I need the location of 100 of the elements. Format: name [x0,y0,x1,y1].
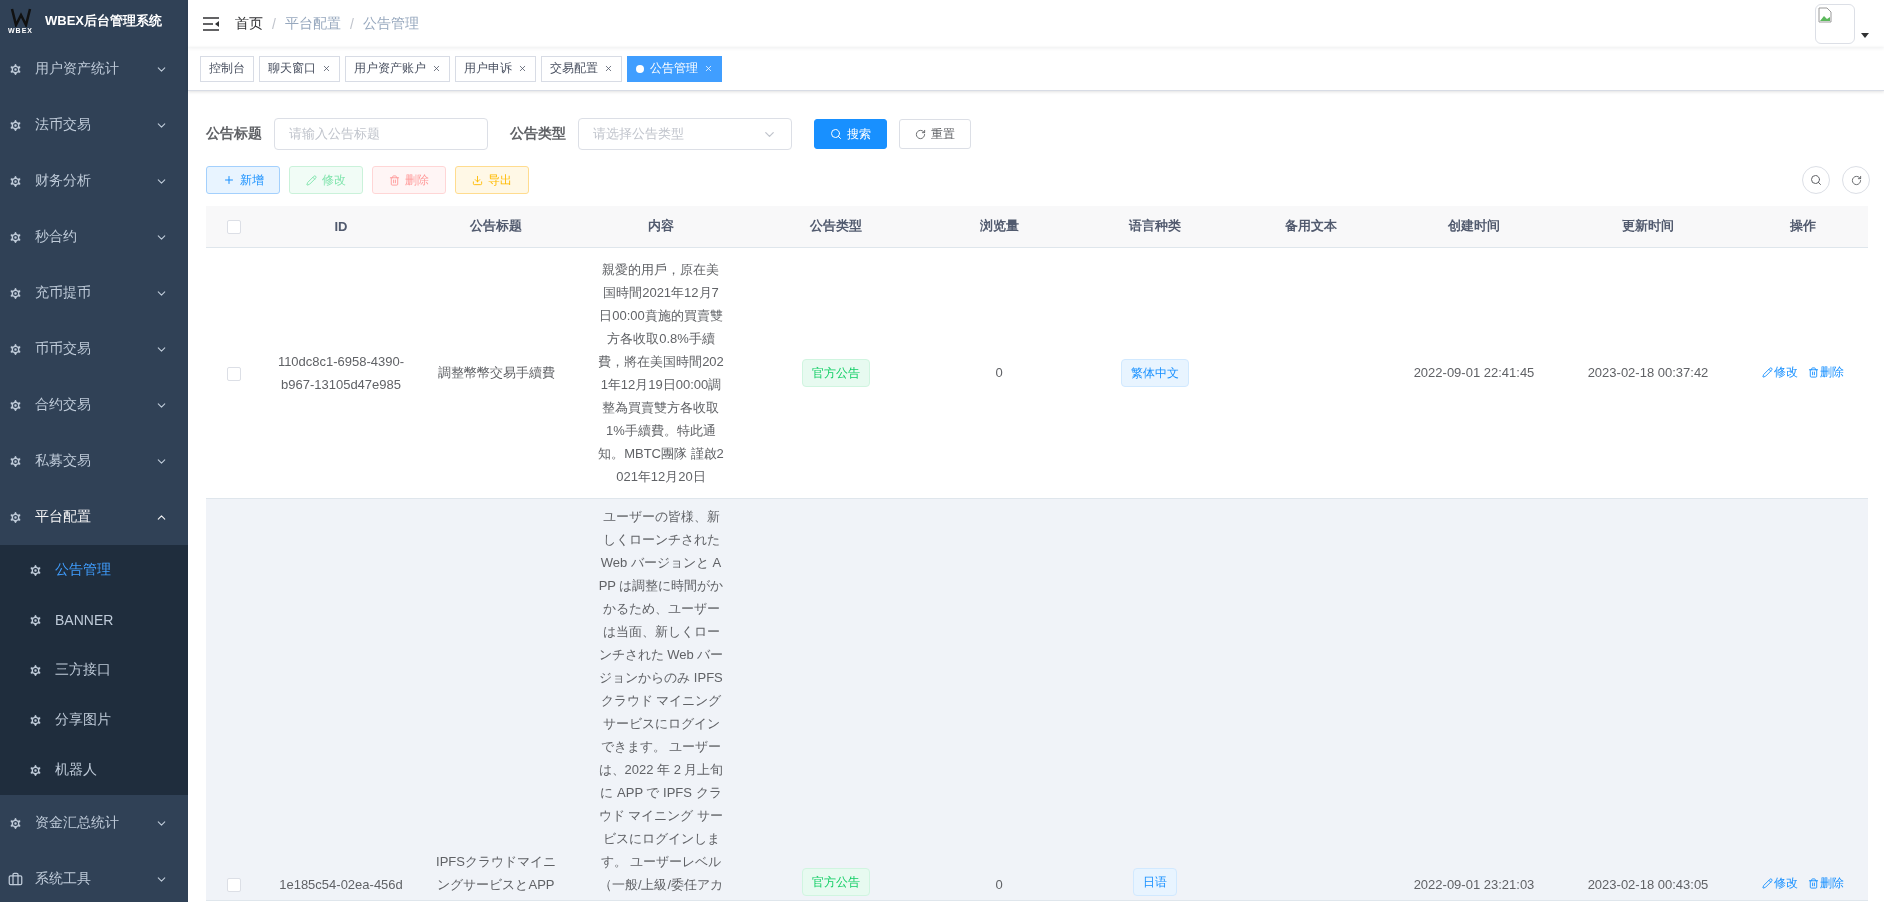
menu-item[interactable]: 私募交易 [0,433,188,489]
column-header: 操作 [1737,206,1868,247]
submenu-item[interactable]: 分享图片 [0,695,188,745]
gear-icon [8,453,23,469]
trash-icon [1807,877,1819,889]
gear-icon [28,762,43,778]
column-header: ID [261,206,421,247]
menu-item[interactable]: 合约交易 [0,377,188,433]
checkbox[interactable] [226,878,241,893]
title-cell-text: 調整幣幣交易手續費 [437,364,555,382]
page-tab[interactable]: 控制台 [200,55,254,82]
logo-icon [9,7,32,27]
close-icon[interactable] [322,64,331,73]
gear-icon [8,397,23,413]
gear-icon [8,229,23,245]
menu-item[interactable]: 充币提币 [0,265,188,321]
pencil-icon [306,174,317,186]
menu-item[interactable]: 财务分析 [0,153,188,209]
close-icon[interactable] [518,64,527,73]
refresh-button[interactable] [1842,166,1870,194]
submenu-item[interactable]: 机器人 [0,745,188,795]
column-header: 备用文本 [1232,206,1389,247]
download-icon [472,174,483,186]
type-tag: 官方公告 [802,358,870,387]
briefcase-icon [8,871,23,887]
broken-image-icon [1818,6,1832,23]
id-cell-text: 110dc8c1-6958-4390- b967-13105d47e985 [277,352,405,394]
updated-time-cell-text: 2023-02-18 00:43:05 [1587,875,1709,894]
pencil-icon [1761,877,1773,889]
column-header: 公告标题 [421,206,571,247]
column-header: 语言种类 [1077,206,1232,247]
gear-icon [28,712,43,728]
trash-icon [389,174,400,186]
gear-icon [8,341,23,357]
app-title: WBEX后台管理系统 [45,11,162,30]
views-cell-text: 0 [995,364,1003,382]
pencil-icon [1761,366,1773,378]
breadcrumb-item: 平台配置 [284,14,341,33]
checkbox[interactable] [226,220,241,235]
gear-icon [28,562,43,578]
menu-item[interactable]: 秒合约 [0,209,188,265]
menu-item[interactable]: 资金汇总统计 [0,795,188,851]
caret-down-icon[interactable] [1861,33,1869,38]
breadcrumb-separator: / [349,15,354,32]
gear-icon [8,61,23,77]
search-icon [1810,174,1822,186]
column-header: 公告类型 [751,206,921,247]
language-tag: 繁体中文 [1120,358,1189,387]
avatar[interactable] [1815,3,1855,44]
gear-icon [8,117,23,133]
checkbox[interactable] [226,366,241,381]
breadcrumb-separator: / [272,15,276,32]
gear-icon [8,285,23,301]
page-tab[interactable]: 聊天窗口 [259,55,340,82]
breadcrumb-item[interactable]: 首页 [235,14,263,33]
content-cell-text: ユーザーの皆様、新 しくローンチされた Web バージョンと A PP は調整に時間がか かるため、ユーザー は当面、新しくロー ンチされた Web バー ジョンからのみ IPFS クラウド マイニング サービスにログイン できます。 ユーザー は、2022 年 2 月上旬 に APP で IPFS クラ ウド マイニング サー ビスにログインしま す。 ユーザーレベル （一般/上級/委任アカ [598,507,724,894]
filter-label: 公告标题 [206,125,262,143]
trash-icon [1807,366,1819,378]
filter-label: 公告类型 [510,125,566,143]
gear-icon [8,509,23,525]
submenu-item[interactable]: 三方接口 [0,645,188,695]
search-toggle-button[interactable] [1802,166,1830,194]
breadcrumb-item: 公告管理 [362,14,419,33]
gear-icon [8,173,23,189]
refresh-icon [1850,174,1862,186]
type-tag: 官方公告 [802,867,870,896]
menu-item[interactable]: 币币交易 [0,321,188,377]
submenu-item[interactable]: 公告管理 [0,545,188,595]
column-header: 内容 [571,206,751,247]
close-icon[interactable] [432,64,441,73]
reset-button[interactable]: 重置 [899,119,971,149]
gear-icon [8,815,23,831]
column-header: 创建时间 [1389,206,1559,247]
close-icon[interactable] [604,64,613,73]
created-time-cell-text: 2022-09-01 23:21:03 [1413,875,1535,894]
views-cell-text: 0 [995,875,1003,894]
submenu-item[interactable]: BANNER [0,595,188,645]
plus-icon [222,174,235,186]
page-tab[interactable]: 交易配置 [541,55,622,82]
title-cell-text: IPFSクラウドマイニ ングサービスとAPP [436,852,556,894]
menu-item[interactable]: 法币交易 [0,97,188,153]
updated-time-cell-text: 2023-02-18 00:37:42 [1587,364,1709,382]
menu-item[interactable]: 用户资产统计 [0,41,188,97]
gear-icon [28,612,43,628]
edit-link[interactable]: 修改 [1761,360,1798,384]
content-cell-text: 親愛的用戶，原在美 国時間2021年12月7 日00:00賁施的買賣雙 方各收取0.8%手續 費，將在美国時間202 1年12月19日00:00調 整為買賣雙方各收取 1%手續費。特此通 知。MBTC團隊 謹啟2 021年12月20日 [598,260,724,486]
gear-icon [28,662,43,678]
created-time-cell-text: 2022-09-01 22:41:45 [1413,364,1535,382]
page-tab[interactable]: 用户申诉 [455,55,536,82]
column-header: 更新时间 [1559,206,1737,247]
page-tab[interactable]: 用户资产账户 [345,55,450,82]
delete-link[interactable]: 删除 [1807,360,1844,384]
language-tag: 日语 [1132,867,1177,896]
menu-item[interactable]: 平台配置 [0,489,188,545]
search-icon [830,128,842,140]
menu-icon[interactable] [203,16,219,31]
refresh-icon [915,128,926,140]
column-header: 浏览量 [921,206,1077,247]
menu-item[interactable]: 系统工具 [0,851,188,902]
active-dot-icon [636,64,644,73]
